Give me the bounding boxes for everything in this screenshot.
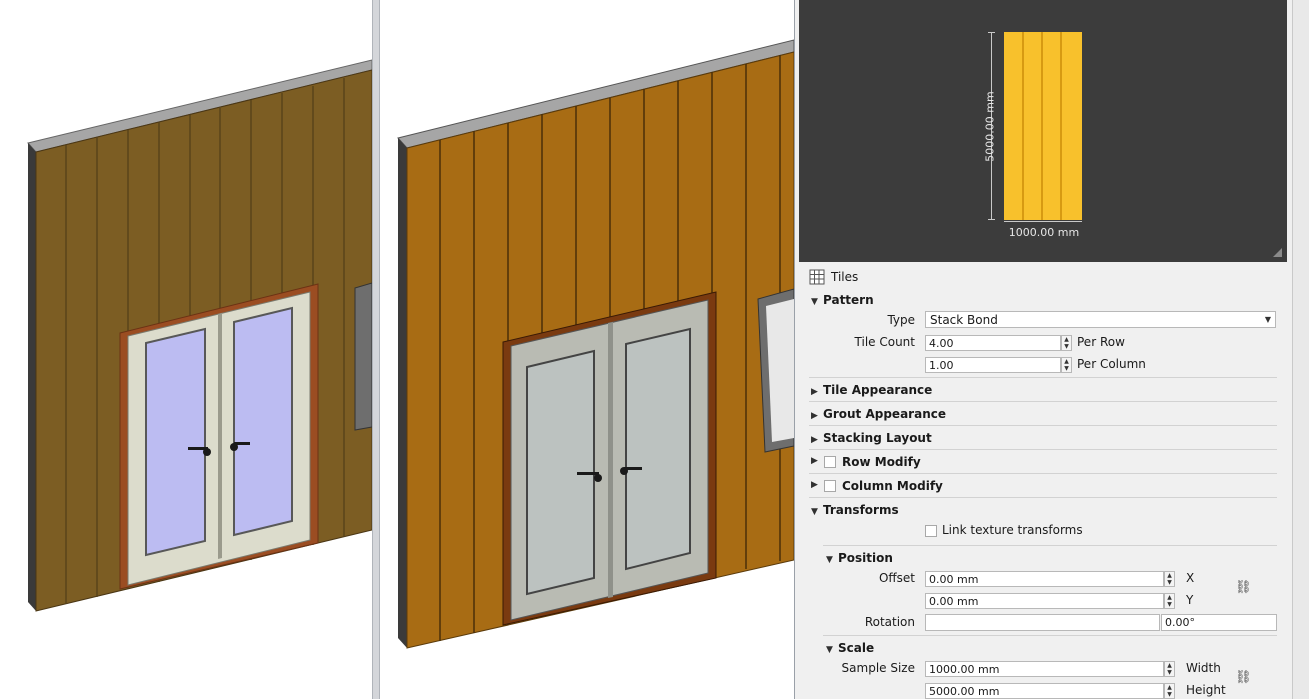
type-select-value: Stack Bond [930, 313, 998, 327]
per-row-input[interactable]: 4.00 [925, 335, 1061, 351]
right-3d-viewport[interactable] [380, 0, 794, 699]
offset-y-input[interactable]: 0.00 mm [925, 593, 1164, 609]
offset-x-input[interactable]: 0.00 mm [925, 571, 1164, 587]
offset-x-stepper[interactable]: ▲ ▼ [1164, 571, 1175, 587]
rotation-input[interactable]: 0.00° [1161, 614, 1277, 631]
sample-height-label: Height [1186, 683, 1226, 697]
stacking-layout-header: Stacking Layout [823, 431, 932, 445]
expand-triangle-icon: ▶ [811, 480, 818, 490]
expand-triangle-icon: ▶ [811, 435, 818, 445]
collapse-triangle-icon: ▼ [811, 297, 818, 307]
sample-width-input[interactable]: 1000.00 mm [925, 661, 1164, 677]
link-chain-icon[interactable]: ⛓ [1235, 580, 1252, 595]
viewport-splitter[interactable] [372, 0, 380, 699]
material-editor-panel: 5000.00 mm 1000.00 mm Tiles ▼ Pattern Typ… [794, 0, 1292, 699]
collapse-triangle-icon: ▼ [826, 555, 833, 565]
grout-appearance-header: Grout Appearance [823, 407, 946, 421]
type-select[interactable]: Stack Bond ▼ [925, 311, 1276, 328]
tile-appearance-header: Tile Appearance [823, 383, 933, 397]
row-modify-checkbox[interactable] [824, 456, 836, 468]
scale-header: Scale [838, 641, 875, 655]
column-modify-checkbox[interactable] [824, 480, 836, 492]
preview-resize-grip[interactable] [1273, 248, 1282, 257]
per-column-stepper[interactable]: ▲ ▼ [1061, 357, 1072, 373]
type-label: Type [887, 313, 915, 327]
collapse-triangle-icon: ▼ [811, 507, 818, 517]
position-header: Position [838, 551, 893, 565]
tile-preview: 5000.00 mm 1000.00 mm [799, 0, 1287, 262]
link-texture-transforms-checkbox[interactable] [925, 525, 937, 537]
column-modify-header: Column Modify [842, 479, 943, 493]
link-texture-transforms-label: Link texture transforms [942, 523, 1083, 537]
per-column-label: Per Column [1077, 357, 1146, 371]
panel-title: Tiles [831, 270, 859, 284]
pattern-header: Pattern [823, 293, 874, 307]
per-row-stepper[interactable]: ▲ ▼ [1061, 335, 1072, 351]
offset-label: Offset [878, 571, 915, 585]
sample-width-stepper[interactable]: ▲ ▼ [1164, 661, 1175, 677]
preview-width-label: 1000.00 mm [1008, 226, 1080, 239]
offset-y-stepper[interactable]: ▲ ▼ [1164, 593, 1175, 609]
collapse-triangle-icon: ▼ [826, 645, 833, 655]
rotation-label: Rotation [864, 615, 915, 629]
tile-count-label: Tile Count [854, 335, 915, 349]
sample-height-stepper[interactable]: ▲ ▼ [1164, 683, 1175, 699]
sample-width-label: Width [1186, 661, 1221, 675]
preview-height-label: 5000.00 mm [983, 91, 997, 162]
row-modify-header: Row Modify [842, 455, 921, 469]
transforms-header: Transforms [823, 503, 899, 517]
left-3d-viewport[interactable] [0, 0, 372, 699]
tiles-icon [809, 269, 825, 285]
per-row-label: Per Row [1077, 335, 1125, 349]
sample-height-input[interactable]: 5000.00 mm [925, 683, 1164, 699]
width-dimension-line [1004, 221, 1082, 222]
tile-swatch [1004, 32, 1082, 220]
wall-door-scene-left [27, 59, 372, 612]
expand-triangle-icon: ▶ [811, 411, 818, 421]
expand-triangle-icon: ▶ [811, 387, 818, 397]
offset-y-label: Y [1186, 593, 1194, 607]
sample-size-label: Sample Size [841, 661, 915, 675]
chevron-down-icon: ▼ [1264, 315, 1271, 324]
per-column-input[interactable]: 1.00 [925, 357, 1061, 373]
link-chain-icon[interactable]: ⛓ [1235, 670, 1252, 685]
expand-triangle-icon: ▶ [811, 456, 818, 466]
offset-x-label: X [1186, 571, 1195, 585]
panel-scrollbar[interactable] [1292, 0, 1309, 699]
rotation-slider[interactable] [925, 614, 1160, 631]
wall-door-scene-right [397, 39, 794, 649]
